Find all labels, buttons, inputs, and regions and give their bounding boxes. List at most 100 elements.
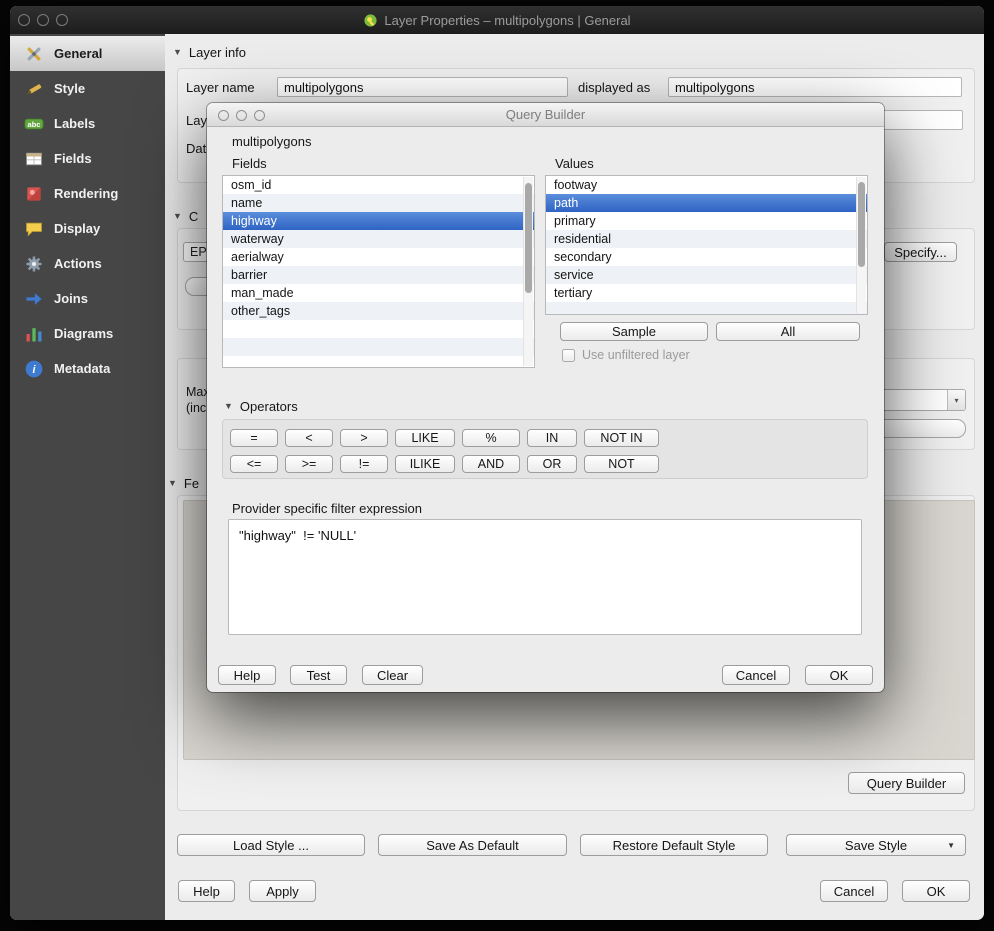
fields-label: Fields (232, 156, 267, 171)
operator-button[interactable]: LIKE (395, 429, 455, 447)
sidebar-item-fields[interactable]: Fields (10, 141, 165, 176)
wrench-hammer-icon (22, 43, 46, 65)
disclosure-triangle-icon[interactable]: ▼ (224, 402, 233, 411)
save-as-default-button[interactable]: Save As Default (378, 834, 567, 856)
field-row[interactable]: osm_id (223, 176, 534, 194)
rendering-icon (22, 183, 46, 205)
values-list[interactable]: footwaypathprimaryresidentialsecondaryse… (545, 175, 868, 315)
zoom-button[interactable] (254, 110, 265, 121)
query-builder-titlebar[interactable]: Query Builder (207, 103, 884, 127)
field-row[interactable]: name (223, 194, 534, 212)
field-row[interactable]: aerialway (223, 248, 534, 266)
value-row[interactable]: residential (546, 230, 867, 248)
scrollbar-thumb[interactable] (858, 182, 865, 267)
apply-button[interactable]: Apply (249, 880, 316, 902)
close-button[interactable] (218, 110, 229, 121)
field-row[interactable]: other_tags (223, 302, 534, 320)
paintbrush-icon (22, 78, 46, 100)
use-unfiltered-checkbox[interactable] (562, 349, 575, 362)
zoom-button[interactable] (56, 14, 68, 26)
abc-badge-icon: abc (22, 113, 46, 135)
query-builder-button[interactable]: Query Builder (848, 772, 965, 794)
window-titlebar[interactable]: Layer Properties – multipolygons | Gener… (10, 6, 984, 34)
operator-button[interactable]: >= (285, 455, 333, 473)
datasource-label: multipolygons (232, 134, 312, 149)
cancel-button[interactable]: Cancel (820, 880, 888, 902)
specify-crs-button[interactable]: Specify... (884, 242, 957, 262)
operator-button[interactable]: > (340, 429, 388, 447)
operator-button[interactable]: = (230, 429, 278, 447)
operator-button[interactable]: < (285, 429, 333, 447)
load-style-button[interactable]: Load Style ... (177, 834, 365, 856)
operator-button[interactable]: != (340, 455, 388, 473)
sidebar-item-general[interactable]: General (10, 36, 165, 71)
qb-cancel-button[interactable]: Cancel (722, 665, 790, 685)
disclosure-triangle-icon[interactable]: ▼ (173, 212, 182, 221)
field-row[interactable]: waterway (223, 230, 534, 248)
value-row[interactable]: footway (546, 176, 867, 194)
features-section-header: ▼ Fe (168, 476, 199, 491)
use-unfiltered-label: Use unfiltered layer (582, 348, 690, 362)
value-row[interactable]: path (546, 194, 867, 212)
values-scrollbar[interactable] (856, 177, 866, 313)
operator-button[interactable]: <= (230, 455, 278, 473)
field-row[interactable]: man_made (223, 284, 534, 302)
fields-scrollbar[interactable] (523, 177, 533, 366)
value-row[interactable]: tertiary (546, 284, 867, 302)
scrollbar-thumb[interactable] (525, 183, 532, 293)
operator-button[interactable]: AND (462, 455, 520, 473)
sidebar-item-label: General (54, 46, 102, 61)
operator-button[interactable]: OR (527, 455, 577, 473)
operator-button[interactable]: IN (527, 429, 577, 447)
all-button[interactable]: All (716, 322, 860, 341)
operators-section-header: ▼ Operators (224, 399, 298, 414)
sidebar-item-diagrams[interactable]: Diagrams (10, 316, 165, 351)
operator-button[interactable]: NOT IN (584, 429, 659, 447)
help-button[interactable]: Help (178, 880, 235, 902)
sidebar-item-label: Actions (54, 256, 102, 271)
operator-button[interactable]: % (462, 429, 520, 447)
fields-list[interactable]: osm_idnamehighwaywaterwayaerialwaybarrie… (222, 175, 535, 368)
features-header-label-fragment: Fe (184, 476, 199, 491)
field-row[interactable]: highway (223, 212, 534, 230)
restore-default-style-button[interactable]: Restore Default Style (580, 834, 768, 856)
sidebar-item-label: Fields (54, 151, 92, 166)
qb-test-button[interactable]: Test (290, 665, 347, 685)
minimize-button[interactable] (37, 14, 49, 26)
layer-name-label: Layer name (186, 80, 255, 95)
save-style-button[interactable]: Save Style ▼ (786, 834, 966, 856)
sidebar-item-style[interactable]: Style (10, 71, 165, 106)
layer-name-input[interactable] (277, 77, 568, 97)
disclosure-triangle-icon[interactable]: ▼ (173, 48, 182, 57)
sidebar-item-label: Diagrams (54, 326, 113, 341)
operator-button[interactable]: NOT (584, 455, 659, 473)
combo-arrow-icon[interactable]: ▾ (947, 390, 965, 410)
qb-help-button[interactable]: Help (218, 665, 276, 685)
minimize-button[interactable] (236, 110, 247, 121)
window-title-text: Layer Properties – multipolygons | Gener… (384, 13, 630, 28)
disclosure-triangle-icon[interactable]: ▼ (168, 479, 177, 488)
sidebar-item-metadata[interactable]: i Metadata (10, 351, 165, 386)
qb-clear-button[interactable]: Clear (362, 665, 423, 685)
query-builder-title: Query Builder (506, 107, 585, 122)
operator-button[interactable]: ILIKE (395, 455, 455, 473)
window-title: Layer Properties – multipolygons | Gener… (363, 13, 630, 28)
filter-expression-editor[interactable]: "highway" != 'NULL' (228, 519, 862, 635)
bar-chart-icon (22, 323, 46, 345)
sidebar-item-display[interactable]: Display (10, 211, 165, 246)
sidebar-item-joins[interactable]: Joins (10, 281, 165, 316)
sidebar-item-actions[interactable]: Actions (10, 246, 165, 281)
field-row[interactable]: barrier (223, 266, 534, 284)
close-button[interactable] (18, 14, 30, 26)
sidebar-item-rendering[interactable]: Rendering (10, 176, 165, 211)
value-row[interactable]: primary (546, 212, 867, 230)
sample-button[interactable]: Sample (560, 322, 708, 341)
sidebar-item-label: Labels (54, 116, 95, 131)
qb-ok-button[interactable]: OK (805, 665, 873, 685)
sidebar-item-labels[interactable]: abc Labels (10, 106, 165, 141)
ok-button[interactable]: OK (902, 880, 970, 902)
crs-header-label-fragment: C (189, 209, 198, 224)
displayed-as-input[interactable] (668, 77, 962, 97)
value-row[interactable]: service (546, 266, 867, 284)
value-row[interactable]: secondary (546, 248, 867, 266)
